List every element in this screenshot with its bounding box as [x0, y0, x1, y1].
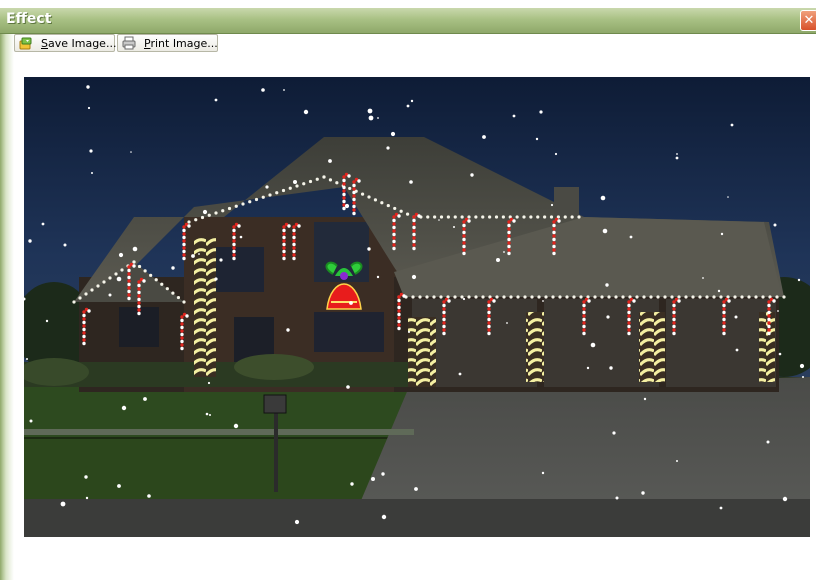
save-image-button[interactable]: Save Image...: [14, 34, 117, 52]
printer-icon: [122, 36, 136, 50]
save-image-label: Save Image...: [41, 37, 117, 50]
close-icon: ✕: [803, 13, 815, 28]
toolbar: Save Image... Print Image...: [14, 34, 816, 54]
save-icon: [19, 37, 32, 50]
effect-window: Effect ✕ Save Image... Print Image...: [0, 0, 816, 580]
title-bar[interactable]: Effect: [0, 8, 816, 34]
close-button[interactable]: ✕: [800, 10, 816, 31]
effect-preview-image: [24, 77, 810, 537]
window-title: Effect: [6, 11, 52, 27]
window-left-border: [0, 8, 14, 580]
print-image-button[interactable]: Print Image...: [117, 34, 218, 52]
print-image-label: Print Image...: [144, 37, 218, 50]
house-lights-photo: [24, 77, 810, 537]
